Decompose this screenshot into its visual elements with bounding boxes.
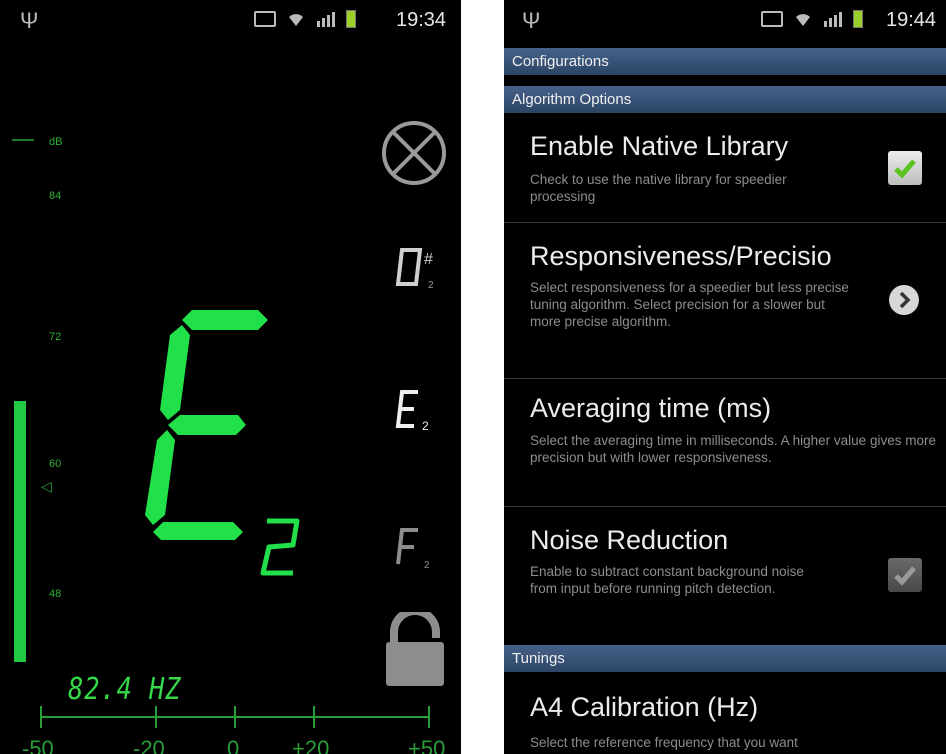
checkbox-native-library[interactable] xyxy=(888,151,922,185)
cents-label-plus-20: +20 xyxy=(292,736,330,754)
pref-summary: Enable to subtract constant background n… xyxy=(530,564,804,596)
cents-label-plus-50: +50 xyxy=(408,736,446,754)
pref-noise-reduction[interactable]: Noise Reduction Enable to subtract const… xyxy=(504,507,946,644)
clock: 19:34 xyxy=(396,9,447,31)
pref-averaging-time[interactable]: Averaging time (ms) Select the averaging… xyxy=(504,379,946,507)
tuner-screen: Ψ 19:34 dB 84 72 60 48 ◁ E xyxy=(0,0,461,754)
cents-label-0: 0 xyxy=(227,736,240,754)
cents-tick xyxy=(428,706,430,728)
signal-icon xyxy=(316,11,336,27)
pref-title: A4 Calibration (Hz) xyxy=(530,692,759,722)
pref-summary: Select the reference frequency that you … xyxy=(530,735,798,750)
usb-icon: Ψ xyxy=(20,8,39,33)
category-algorithm-options: Algorithm Options xyxy=(504,86,946,113)
pref-summary: Check to use the native library for spee… xyxy=(530,172,787,204)
pref-title: Averaging time (ms) xyxy=(530,393,772,423)
frequency-readout: 82.4 HZ xyxy=(68,672,182,707)
note-list-item-d-sharp: # 2 xyxy=(392,244,442,299)
db-unit-label: dB xyxy=(49,136,63,148)
cents-tick xyxy=(313,706,315,728)
note-list-item-e: 2 xyxy=(392,386,442,441)
unlocked-padlock-icon[interactable] xyxy=(382,612,448,688)
status-bar: Ψ 19:44 xyxy=(504,0,946,46)
pref-title: Enable Native Library xyxy=(530,131,789,161)
db-label-72: 72 xyxy=(49,331,62,343)
pref-summary: Select the averaging time in millisecond… xyxy=(530,433,936,465)
status-bar: Ψ 19:34 xyxy=(0,0,461,40)
cents-label-minus-50: -50 xyxy=(22,736,54,754)
clock: 19:44 xyxy=(886,9,937,31)
level-marker-icon: ◁ xyxy=(41,478,52,494)
checkmark-icon xyxy=(894,159,916,179)
checkmark-icon xyxy=(894,566,916,586)
db-label-84: 84 xyxy=(49,190,62,202)
signal-icon xyxy=(823,11,843,27)
detected-note-octave xyxy=(260,518,300,576)
pref-responsiveness-precision[interactable]: Responsiveness/Precisio Select responsiv… xyxy=(504,223,946,379)
vibrate-icon xyxy=(761,11,783,27)
pref-enable-native-library[interactable]: Enable Native Library Check to use the n… xyxy=(504,113,946,223)
note-list-item-f: 2 xyxy=(392,524,442,579)
note-f-octave: 2 xyxy=(424,560,430,571)
note-d-accidental: # xyxy=(424,251,433,268)
battery-icon xyxy=(853,10,863,28)
mute-icon[interactable] xyxy=(378,117,450,189)
input-level-bar xyxy=(14,401,26,662)
chevron-right-icon[interactable] xyxy=(889,285,919,315)
vibrate-icon xyxy=(254,11,276,27)
pref-title: Responsiveness/Precisio xyxy=(530,241,832,271)
cents-tick xyxy=(234,706,236,728)
note-d-octave: 2 xyxy=(428,280,434,291)
wifi-icon xyxy=(286,11,306,27)
battery-icon xyxy=(346,10,356,28)
db-label-48: 48 xyxy=(49,588,62,600)
screen-title: Configurations xyxy=(504,48,946,75)
category-tunings: Tunings xyxy=(504,645,946,672)
detected-note-letter xyxy=(145,310,268,540)
cents-tick xyxy=(155,706,157,728)
settings-screen: Ψ 19:44 Configurations Algorithm Options… xyxy=(504,0,946,754)
cents-label-minus-20: -20 xyxy=(133,736,165,754)
cents-tick xyxy=(40,706,42,728)
pref-title: Noise Reduction xyxy=(530,525,729,555)
note-e-octave: 2 xyxy=(422,419,429,433)
db-label-60: 60 xyxy=(49,458,62,470)
db-reference-tick xyxy=(12,139,34,141)
usb-icon: Ψ xyxy=(522,8,541,33)
wifi-icon xyxy=(793,11,813,27)
checkbox-noise-reduction[interactable] xyxy=(888,558,922,592)
pref-summary: Select responsiveness for a speedier but… xyxy=(530,280,849,329)
pref-a4-calibration[interactable]: A4 Calibration (Hz) Select the reference… xyxy=(504,672,946,754)
